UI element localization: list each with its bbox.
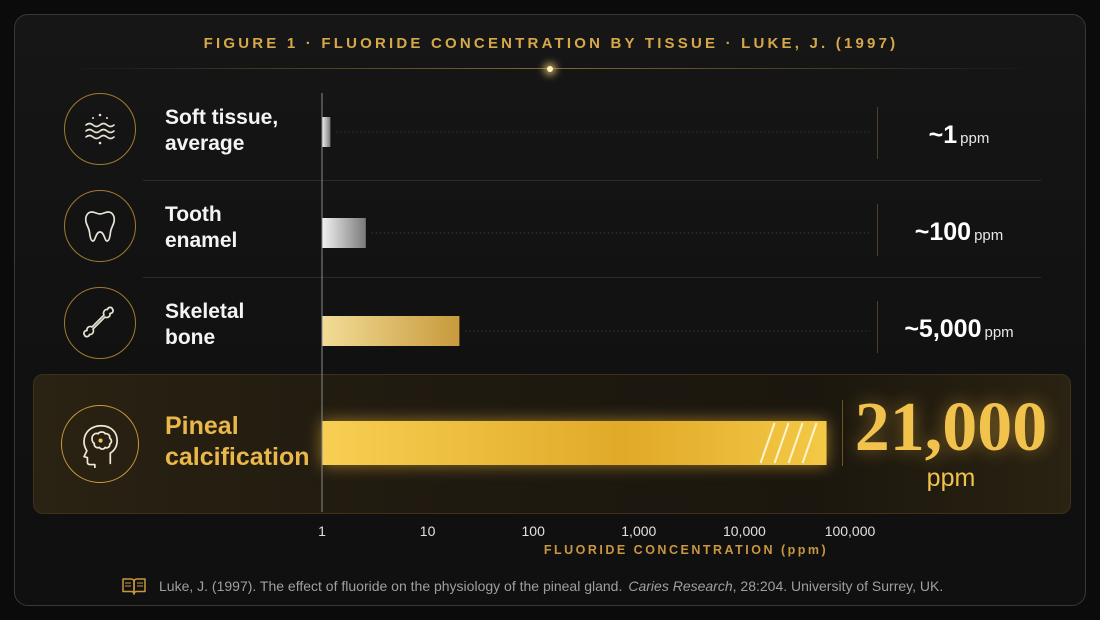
value-separator [842,400,843,466]
value-number: ~5,000 [904,315,982,343]
value-number: ~100 [914,218,972,246]
bar-chart: 1 10 100 1,000 10,000 100,000 [318,93,876,539]
figure-card: FIGURE 1 · FLUORIDE CONCENTRATION BY TIS… [14,14,1086,606]
value-separator [877,301,878,353]
book-icon [122,578,146,595]
value-label-pineal: 21,000 ppm [851,389,1051,492]
bar [322,316,460,346]
x-tick-label: 10 [420,523,436,539]
value-separator [877,107,878,159]
bar [322,421,827,465]
x-tick-label: 10,000 [723,523,766,539]
source-rest: , 28:204. University of Surrey, UK. [732,578,944,594]
value-unit: ppm [984,324,1014,341]
source-citation: Luke, J. (1997). The effect of fluoride … [121,576,943,596]
value-label-tooth-enamel: ~100 ppm [879,218,1039,247]
value-number: ~1 [928,121,958,149]
x-tick-label: 1,000 [621,523,656,539]
bar [322,117,331,147]
x-axis-title: FLUORIDE CONCENTRATION (ppm) [543,543,829,557]
value-unit: ppm [960,130,990,147]
x-tick-label: 1 [318,523,326,539]
x-tick-label: 100 [522,523,546,539]
value-number: 21,000 [854,389,1048,466]
value-separator [877,204,878,256]
value-label-soft-tissue: ~1 ppm [879,121,1039,150]
value-label-skeletal-bone: ~5,000 ppm [879,315,1039,344]
bar [322,218,366,248]
value-unit: ppm [926,464,976,492]
x-tick-label: 100,000 [825,523,876,539]
value-unit: ppm [974,227,1004,244]
source-text: Luke, J. (1997). The effect of fluoride … [159,578,623,594]
source-journal: Caries Research [628,578,733,594]
